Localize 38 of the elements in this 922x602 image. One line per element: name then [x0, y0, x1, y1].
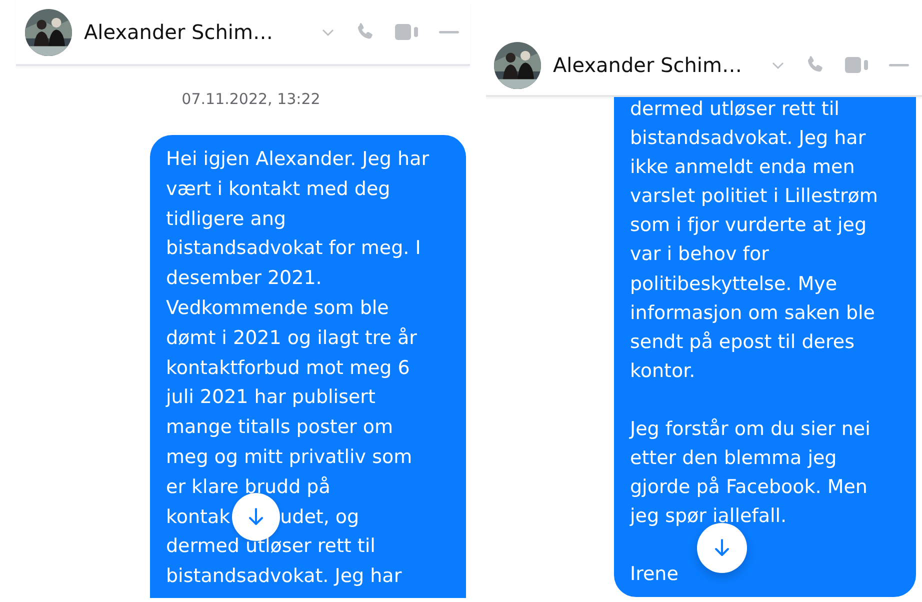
- message-text: kontak: [166, 504, 230, 530]
- message-text: dermed utløser rett til: [166, 534, 376, 560]
- message-text: tidligere ang: [166, 206, 286, 232]
- message-text: informasjon om saken ble: [630, 300, 875, 326]
- message-text: desember 2021.: [166, 266, 322, 292]
- message-text: politibeskyttelse. Mye: [630, 272, 838, 297]
- message-text: som i fjor vurderte at jeg: [630, 213, 866, 238]
- message-text: er klare brudd på: [166, 474, 330, 500]
- message-text: udet, og: [280, 504, 360, 530]
- message-text: mange titalls poster om: [166, 415, 394, 440]
- message-text: kontor.: [630, 358, 696, 384]
- message-text: varslet politiet i Lillestrøm: [630, 184, 878, 210]
- video-camera-icon[interactable]: [844, 54, 870, 76]
- message-text: dømt i 2021 og ilagt tre år: [166, 326, 417, 351]
- message-text: dermed utløser rett til: [630, 97, 840, 122]
- message-text: kontaktforbud mot meg 6: [166, 356, 410, 381]
- contact-name[interactable]: Alexander Schim…: [553, 53, 742, 77]
- message-timestamp: 07.11.2022, 13:22: [182, 90, 320, 108]
- message-text: meg og mitt privatliv som: [166, 444, 412, 470]
- message-text: juli 2021 har publisert: [166, 385, 376, 410]
- avatar[interactable]: [494, 42, 541, 88]
- contact-name[interactable]: Alexander Schim…: [84, 20, 273, 44]
- message-text: Hei igjen Alexander. Jeg har: [166, 147, 430, 172]
- message-text: Jeg forstår om du sier nei: [630, 416, 870, 442]
- avatar[interactable]: [25, 8, 72, 56]
- message-text: bistandsadvokat. Jeg har: [630, 126, 866, 152]
- message-text: Irene: [630, 562, 678, 588]
- message-text: sendt på epost til deres: [630, 330, 854, 355]
- message-text: jeg spør iallefall.: [630, 504, 787, 530]
- message-text: Vedkommende som ble: [166, 296, 389, 321]
- message-text: vært i kontakt med deg: [166, 176, 390, 202]
- video-camera-icon[interactable]: [394, 21, 420, 43]
- message-text: gjorde på Facebook. Men: [630, 475, 868, 500]
- message-text: ikke anmeldt enda men: [630, 155, 855, 180]
- message-text: bistandsadvokat for meg. I: [166, 236, 421, 262]
- message-text: etter den blemma jeg: [630, 446, 837, 472]
- message-text: var i behov for: [630, 242, 769, 268]
- message-text: bistandsadvokat. Jeg har: [166, 564, 402, 590]
